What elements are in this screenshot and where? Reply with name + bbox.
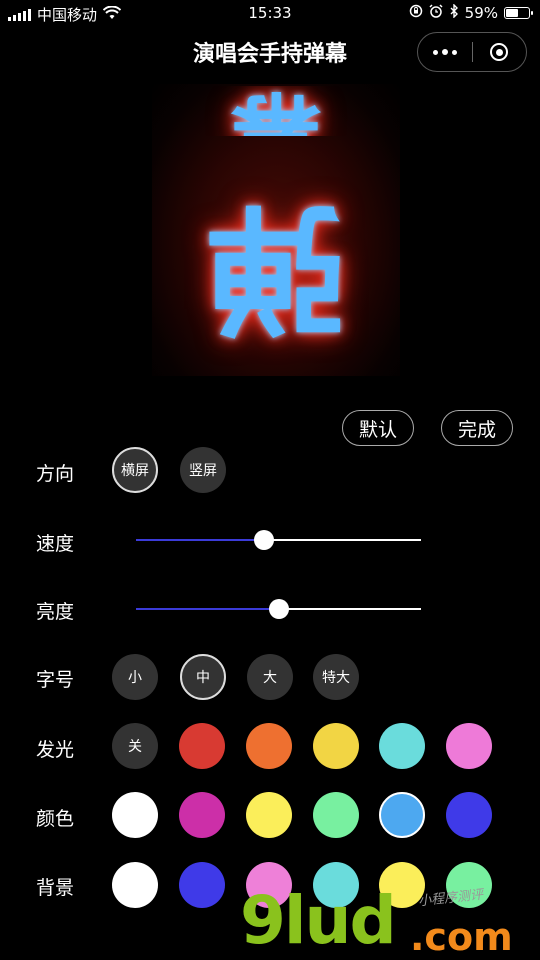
speed-thumb[interactable] bbox=[254, 530, 275, 550]
speed-label: 速度 bbox=[36, 533, 75, 555]
background-label: 背景 bbox=[36, 877, 75, 899]
font-size-large-button[interactable]: 大 bbox=[247, 654, 293, 700]
glow-off-button[interactable]: 关 bbox=[112, 723, 158, 769]
watermark-domain: .com bbox=[410, 915, 513, 959]
glow-label: 发光 bbox=[36, 739, 75, 761]
battery-percent: 59% bbox=[464, 4, 498, 22]
brightness-slider[interactable] bbox=[136, 598, 421, 620]
color-swatch-blue[interactable] bbox=[379, 792, 425, 838]
brightness-label: 亮度 bbox=[36, 601, 75, 623]
color-label: 颜色 bbox=[36, 808, 75, 830]
more-icon[interactable] bbox=[418, 33, 472, 71]
glow-swatch-orange[interactable] bbox=[246, 723, 292, 769]
color-swatch-white[interactable] bbox=[112, 792, 158, 838]
bluetooth-icon bbox=[449, 3, 459, 22]
glow-swatch-cyan[interactable] bbox=[379, 723, 425, 769]
preview-char-top: 幕 bbox=[231, 84, 321, 184]
direction-label: 方向 bbox=[36, 463, 75, 485]
glow-swatch-red[interactable] bbox=[179, 723, 225, 769]
direction-landscape-button[interactable]: 横屏 bbox=[112, 447, 158, 493]
close-icon[interactable] bbox=[472, 33, 526, 71]
speed-slider[interactable] bbox=[136, 529, 421, 551]
background-swatch-indigo[interactable] bbox=[179, 862, 225, 908]
color-swatch-yellow[interactable] bbox=[246, 792, 292, 838]
font-size-medium-button[interactable]: 中 bbox=[180, 654, 226, 700]
font-size-small-button[interactable]: 小 bbox=[112, 654, 158, 700]
brightness-thumb[interactable] bbox=[268, 599, 289, 619]
done-button[interactable]: 完成 bbox=[441, 410, 513, 446]
danmaku-preview: 幕 弹 bbox=[152, 84, 400, 376]
mini-program-capsule bbox=[417, 32, 527, 72]
background-swatch-white[interactable] bbox=[112, 862, 158, 908]
watermark-logo: 9lud bbox=[240, 882, 397, 959]
preview-char-main: 弹 bbox=[206, 185, 347, 348]
alarm-icon bbox=[429, 4, 443, 22]
battery-icon bbox=[504, 7, 533, 19]
default-button[interactable]: 默认 bbox=[342, 410, 414, 446]
font-size-label: 字号 bbox=[36, 669, 75, 691]
speed-progress bbox=[136, 539, 265, 541]
brightness-progress bbox=[136, 608, 279, 610]
status-right: 59% bbox=[409, 3, 533, 22]
color-swatch-magenta[interactable] bbox=[179, 792, 225, 838]
rotation-lock-icon bbox=[409, 4, 423, 22]
color-swatch-green[interactable] bbox=[313, 792, 359, 838]
glow-swatch-yellow[interactable] bbox=[313, 723, 359, 769]
status-bar: 中国移动 15:33 59% bbox=[0, 0, 540, 28]
color-swatch-indigo[interactable] bbox=[446, 792, 492, 838]
font-size-xlarge-button[interactable]: 特大 bbox=[313, 654, 359, 700]
glow-swatch-pink[interactable] bbox=[446, 723, 492, 769]
direction-portrait-button[interactable]: 竖屏 bbox=[180, 447, 226, 493]
